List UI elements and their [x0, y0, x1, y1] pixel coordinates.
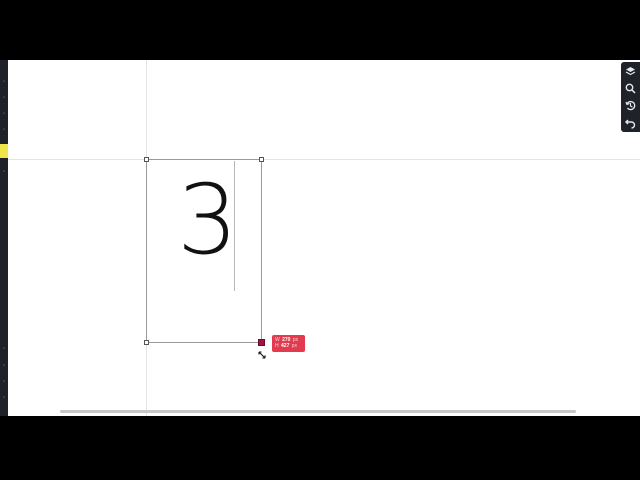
- left-tool-7[interactable]: ·: [0, 345, 8, 353]
- left-tool-1[interactable]: ·: [0, 78, 8, 86]
- height-unit: px: [291, 343, 298, 349]
- resize-cursor-icon: [258, 346, 266, 359]
- resize-handle-top-right[interactable]: [259, 157, 264, 162]
- screen: · · · · · · · · · 3 W 270 px H 427 px: [0, 0, 640, 480]
- design-canvas[interactable]: 3 W 270 px H 427 px: [8, 60, 640, 416]
- resize-handle-top-left[interactable]: [144, 157, 149, 162]
- left-toolbar: · · · · · · · · ·: [0, 60, 8, 416]
- layers-icon[interactable]: [623, 64, 638, 79]
- left-tool-2[interactable]: ·: [0, 94, 8, 102]
- horizontal-scrollbar[interactable]: [60, 410, 576, 413]
- selected-artboard[interactable]: 3: [144, 157, 265, 346]
- height-value: 427: [281, 343, 290, 349]
- left-tool-6[interactable]: ·: [0, 168, 8, 176]
- undo-icon[interactable]: [623, 115, 638, 130]
- height-label: H: [275, 343, 279, 349]
- left-tool-3[interactable]: ·: [0, 110, 8, 118]
- search-icon[interactable]: [623, 81, 638, 96]
- left-tool-8[interactable]: ·: [0, 362, 8, 370]
- text-caret: [234, 161, 235, 291]
- history-icon[interactable]: [623, 98, 638, 113]
- size-tooltip: W 270 px H 427 px: [272, 335, 305, 352]
- design-app: · · · · · · · · · 3 W 270 px H 427 px: [0, 60, 640, 416]
- left-tool-active[interactable]: [0, 144, 8, 158]
- resize-handle-bottom-left[interactable]: [144, 340, 149, 345]
- horizontal-guide-line: [8, 159, 640, 160]
- resize-handle-bottom-right[interactable]: [258, 339, 265, 346]
- left-tool-10[interactable]: ·: [0, 394, 8, 402]
- left-tool-4[interactable]: ·: [0, 126, 8, 134]
- height-readout: H 427 px: [275, 343, 302, 349]
- right-toolbar: [621, 62, 640, 132]
- artboard-glyph[interactable]: 3: [177, 170, 238, 270]
- left-tool-9[interactable]: ·: [0, 378, 8, 386]
